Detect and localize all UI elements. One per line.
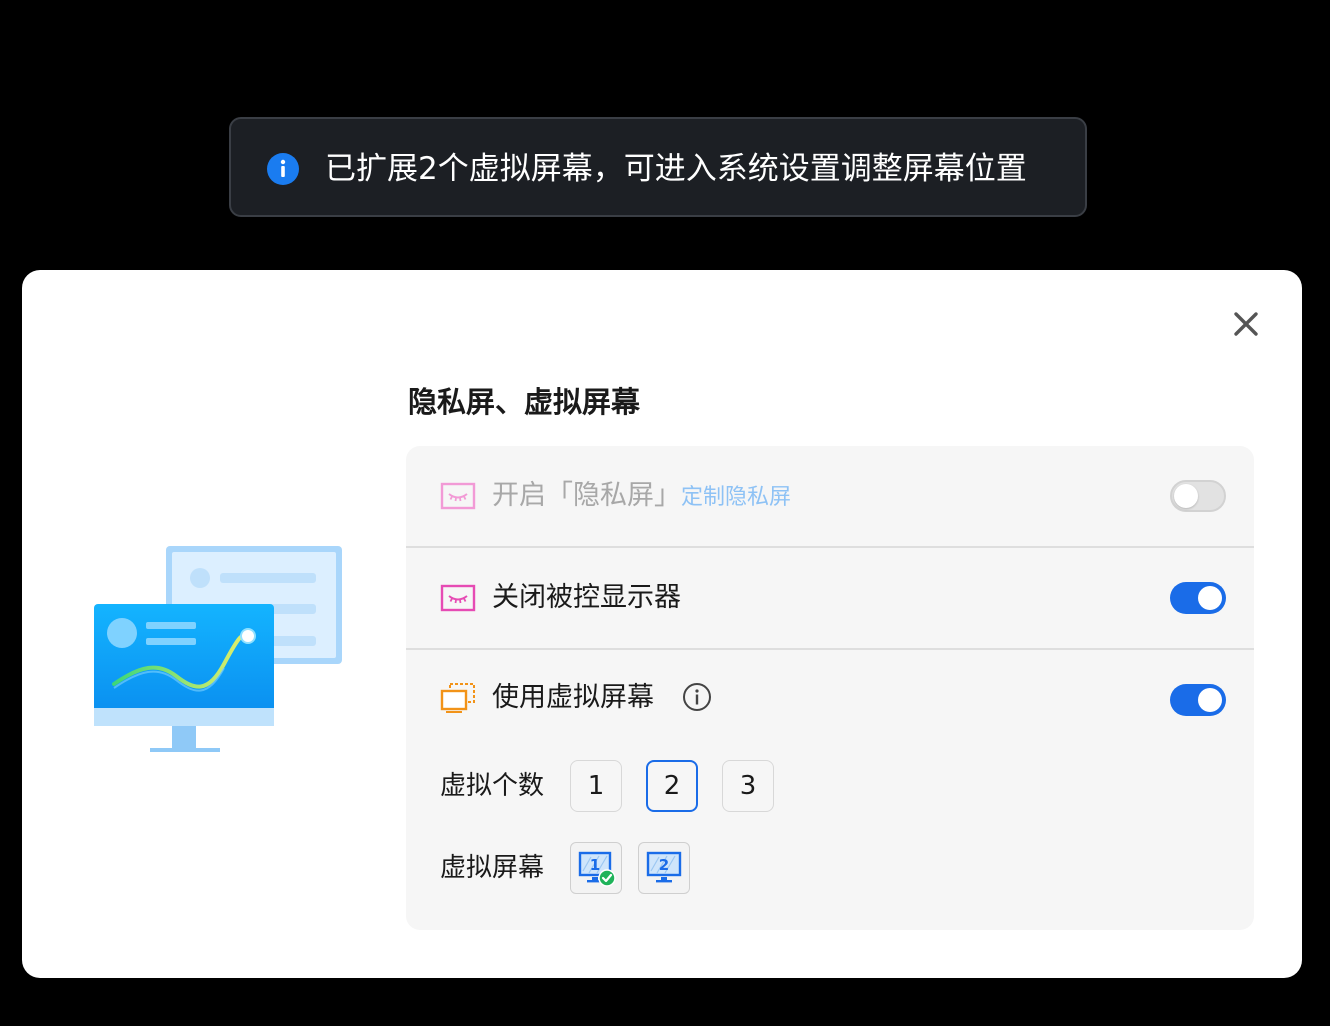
screen-number: 2 (659, 856, 669, 874)
privacy-screen-label: 开启「隐私屏」 (492, 480, 681, 511)
virtual-screen-row: 使用虚拟屏幕 (406, 650, 1254, 750)
privacy-screen-icon (440, 482, 476, 510)
screen-number: 1 (590, 856, 600, 874)
privacy-screen-row: 开启「隐私屏」定制隐私屏 (406, 446, 1254, 546)
close-icon[interactable] (1228, 306, 1264, 342)
virtual-display-illustration (94, 546, 342, 752)
check-icon (598, 869, 616, 887)
toggle-knob (1174, 484, 1198, 508)
count-option-3[interactable]: 3 (722, 760, 774, 812)
virtual-screen-icon (440, 683, 475, 713)
dialog-title: 隐私屏、虚拟屏幕 (408, 385, 641, 419)
count-option-2[interactable]: 2 (646, 760, 698, 812)
virtual-screen-toggle[interactable] (1170, 684, 1226, 716)
close-display-label: 关闭被控显示器 (492, 582, 681, 613)
monitor-icon: 2 (646, 851, 682, 883)
toast-message: 已扩展2个虚拟屏幕，可进入系统设置调整屏幕位置 (325, 151, 1027, 187)
info-icon (267, 153, 299, 185)
close-display-toggle[interactable] (1170, 582, 1226, 614)
toggle-knob (1198, 688, 1222, 712)
privacy-virtual-screen-dialog: 隐私屏、虚拟屏幕 开启「隐私屏」定制隐私屏 关闭被控显示器 使用虚拟屏幕 虚拟个… (22, 270, 1302, 978)
privacy-screen-icon (440, 584, 476, 612)
monitor-icon: 1 (578, 851, 616, 887)
toast-notification: 已扩展2个虚拟屏幕，可进入系统设置调整屏幕位置 (229, 117, 1087, 217)
virtual-screen-2[interactable]: 2 (638, 842, 690, 894)
privacy-screen-toggle[interactable] (1170, 480, 1226, 512)
toggle-knob (1198, 586, 1222, 610)
info-circle-icon[interactable] (682, 682, 712, 712)
customize-privacy-link[interactable]: 定制隐私屏 (681, 485, 791, 510)
virtual-screen-label: 使用虚拟屏幕 (492, 682, 654, 713)
virtual-screens-label: 虚拟屏幕 (440, 853, 545, 883)
close-display-row: 关闭被控显示器 (406, 548, 1254, 648)
count-option-1[interactable]: 1 (570, 760, 622, 812)
virtual-count-label: 虚拟个数 (440, 771, 545, 801)
virtual-screen-1[interactable]: 1 (570, 842, 622, 894)
settings-panel: 开启「隐私屏」定制隐私屏 关闭被控显示器 使用虚拟屏幕 虚拟个数 1 2 3 虚… (406, 446, 1254, 930)
